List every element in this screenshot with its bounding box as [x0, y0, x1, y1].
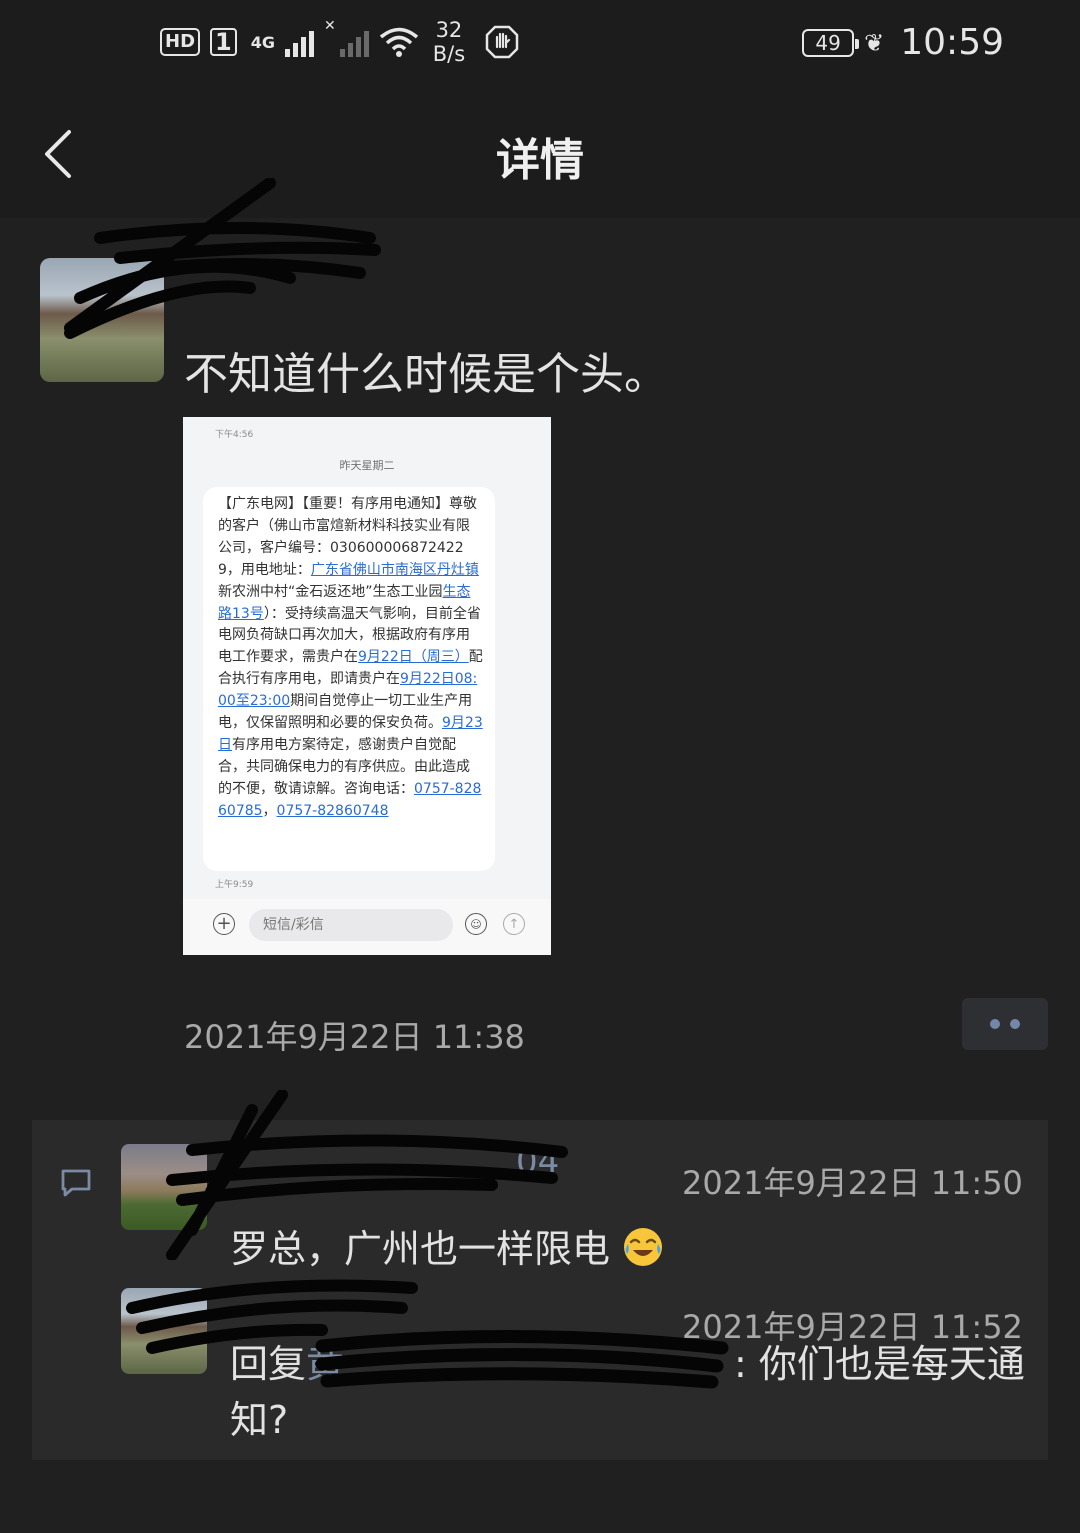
net-speed-unit: B/s: [432, 42, 466, 66]
net-speed-value: 32: [435, 18, 463, 42]
net-speed: 32 B/s: [433, 18, 465, 66]
add-icon: +: [213, 913, 235, 935]
no-signal-x-icon: ✕: [323, 18, 336, 34]
crying-laughing-emoji-icon: [624, 1228, 663, 1266]
sms-phone-link-2[interactable]: 0757-82860748: [277, 803, 389, 819]
clock: 10:59: [900, 22, 1004, 63]
status-left: HD 1 4G ✕ 32 B/s: [160, 18, 519, 66]
battery-icon: 49: [802, 28, 860, 57]
post-timestamp: 2021年9月22日 11:38: [184, 1018, 525, 1056]
attached-sms-screenshot[interactable]: 下午4:56 昨天星期二 【广东电网】【重要！有序用电通知】尊敬的客户（佛山市富…: [183, 417, 551, 955]
leaf-icon: ❦: [864, 28, 885, 57]
sim-indicator: 1: [210, 28, 237, 56]
more-dot: [990, 1019, 1000, 1029]
comment-avatar[interactable]: [121, 1288, 207, 1374]
sms-date-label: 昨天星期二: [339, 459, 395, 472]
comment-timestamp: 2021年9月22日 11:50: [682, 1164, 1023, 1202]
post-detail: 不知道什么时候是个头。 下午4:56 昨天星期二 【广东电网】【重要！有序用电通…: [0, 178, 1080, 1533]
sms-address-link[interactable]: 广东省佛山市南海区丹灶镇: [311, 562, 479, 578]
hd-badge: HD: [160, 28, 201, 56]
avatar[interactable]: [40, 258, 164, 382]
more-dot: [1010, 1019, 1020, 1029]
comments-panel: 04 2021年9月22日 11:50 罗总，广州也一样限电 2021年9月22…: [32, 1090, 1048, 1460]
comment-icon: [61, 1169, 91, 1197]
comment-text: 罗总，广州也一样限电: [230, 1218, 664, 1273]
comment-text-body: 罗总，广州也一样限电: [230, 1227, 611, 1271]
sms-text: ，: [262, 802, 277, 819]
battery-level: 49: [815, 30, 841, 55]
sms-top-time: 下午4:56: [215, 430, 254, 440]
title-bar: 详情: [0, 92, 1080, 218]
emoji-icon: ☺: [465, 913, 487, 935]
signal-icon: [284, 27, 314, 57]
post-text: 不知道什么时候是个头。: [184, 349, 668, 400]
reply-text: : 你们也是每天通知?: [230, 1342, 1025, 1442]
status-right: 49 ❦ 10:59: [802, 22, 1004, 63]
comment-author[interactable]: 04: [516, 1142, 559, 1182]
sms-bubble: 【广东电网】【重要！有序用电通知】尊敬的客户（佛山市富煊新材料科技实业有限公司，…: [203, 487, 495, 871]
sms-date-link[interactable]: 9月22日（周三）: [358, 649, 469, 665]
sms-text: 新农洲中村“金石返还地”生态工业园: [218, 583, 443, 600]
comment-avatar[interactable]: [121, 1144, 207, 1230]
sms-compose-bar: + 短信/彩信 ☺ ↑: [183, 899, 551, 955]
send-icon: ↑: [503, 913, 525, 935]
more-button[interactable]: [962, 998, 1048, 1050]
sms-bottom-time: 上午9:59: [215, 880, 254, 890]
wifi-icon: [379, 27, 418, 57]
reply-prefix: 回复: [230, 1342, 307, 1386]
page-title: 详情: [496, 135, 584, 186]
signal-2-icon: [339, 27, 369, 57]
sms-input: 短信/彩信: [249, 909, 453, 941]
network-type: 4G: [250, 32, 275, 52]
comment-text: 回复黄: 你们也是每天通知?: [230, 1336, 1030, 1448]
status-bar: HD 1 4G ✕ 32 B/s 49 ❦ 10:59: [0, 0, 1080, 92]
hexagon-hand-icon: [485, 25, 519, 59]
reply-target-name[interactable]: 黄: [306, 1342, 344, 1386]
